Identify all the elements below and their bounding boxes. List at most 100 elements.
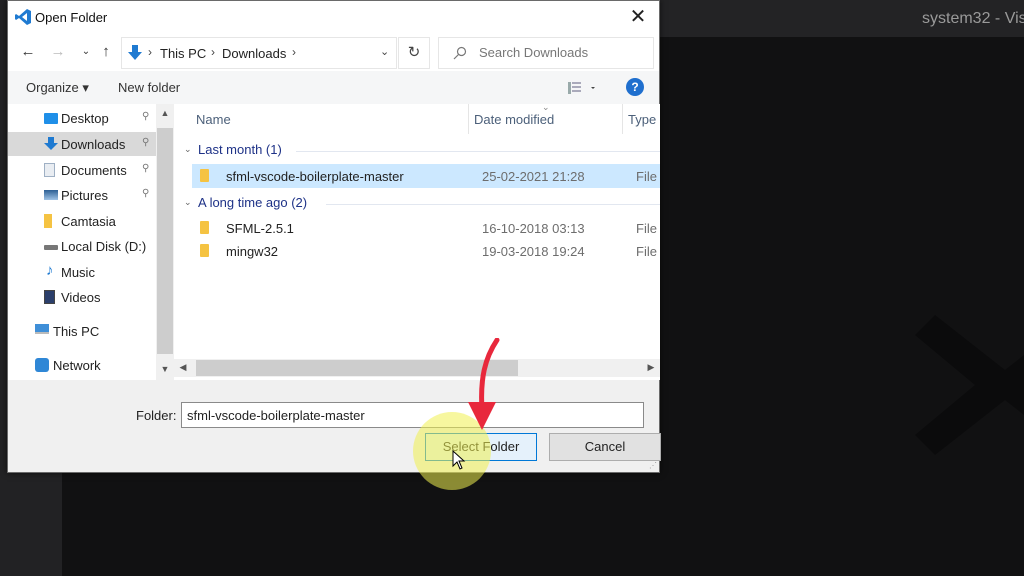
folder-icon [44, 214, 52, 228]
dialog-titlebar: Open Folder ✕ [8, 1, 659, 35]
desktop-icon [44, 113, 58, 124]
search-input[interactable] [479, 45, 649, 60]
nav-item-label: Videos [61, 290, 101, 305]
nav-item-local-disk-d[interactable]: Local Disk (D:) [8, 234, 156, 258]
dialog-title: Open Folder [35, 10, 108, 25]
scroll-left-icon[interactable]: ◀ [174, 362, 192, 373]
search-box [438, 37, 654, 69]
network-icon [35, 358, 49, 372]
organize-button[interactable]: Organize ▾ [26, 80, 89, 96]
nav-item-label: Pictures [61, 188, 108, 203]
downloads-icon [128, 45, 142, 60]
file-list: Name ⌄ Date modified Type ⌄ Last month (… [174, 104, 660, 380]
group-divider [296, 151, 660, 152]
group-header-last-month[interactable]: ⌄ Last month (1) [184, 142, 660, 162]
nav-item-this-pc[interactable]: This PC [8, 319, 156, 343]
refresh-button[interactable]: ↻ [398, 37, 430, 69]
horizontal-scrollbar-thumb[interactable] [196, 360, 518, 376]
nav-item-label: Music [61, 265, 95, 280]
file-name: SFML-2.5.1 [226, 221, 294, 236]
folder-input[interactable] [181, 402, 644, 428]
file-date: 19-03-2018 19:24 [482, 244, 585, 259]
this-pc-icon [35, 324, 49, 334]
file-row[interactable]: sfml-vscode-boilerplate-master 25-02-202… [192, 164, 660, 188]
folder-icon [200, 244, 209, 257]
close-button[interactable]: ✕ [625, 6, 651, 30]
change-view-button[interactable] [566, 80, 600, 96]
column-divider[interactable] [468, 104, 469, 134]
search-icon [453, 46, 467, 60]
chevron-down-icon: ⌄ [184, 144, 192, 154]
file-name: sfml-vscode-boilerplate-master [226, 169, 404, 184]
open-folder-dialog: Open Folder ✕ ← → ⌄ ↑ › This PC › Downlo… [7, 0, 661, 473]
column-header-name[interactable]: Name [196, 112, 231, 127]
nav-pane-scrollbar[interactable]: ▲ ▼ [156, 104, 174, 380]
scroll-up-icon[interactable]: ▲ [156, 108, 174, 118]
cancel-button[interactable]: Cancel [549, 433, 661, 461]
vscode-watermark-icon [915, 315, 1024, 455]
nav-item-downloads[interactable]: Downloads ⚲ [8, 132, 156, 156]
scroll-down-icon[interactable]: ▼ [156, 364, 174, 374]
downloads-icon [44, 137, 58, 150]
file-type: File fo [636, 221, 660, 236]
nav-item-label: Local Disk (D:) [61, 239, 147, 254]
nav-item-pictures[interactable]: Pictures ⚲ [8, 183, 156, 207]
back-button[interactable]: ← [18, 41, 38, 63]
address-dropdown-button[interactable]: ⌄ [380, 45, 389, 58]
file-date: 16-10-2018 03:13 [482, 221, 585, 236]
forward-button[interactable]: → [48, 41, 68, 63]
breadcrumb-downloads[interactable]: Downloads [222, 46, 286, 61]
resize-grip-icon[interactable]: ⋰ [649, 461, 657, 470]
group-header-long-time-ago[interactable]: ⌄ A long time ago (2) [184, 195, 660, 215]
nav-item-label: Network [53, 358, 101, 373]
nav-item-documents[interactable]: Documents ⚲ [8, 158, 156, 182]
folder-label: Folder: [136, 408, 177, 423]
file-list-horizontal-scrollbar[interactable]: ◀ ▶ [174, 359, 660, 377]
file-type: File fo [636, 244, 660, 259]
pin-icon: ⚲ [142, 163, 150, 174]
nav-item-camtasia[interactable]: Camtasia [8, 209, 156, 233]
nav-item-label: Camtasia [61, 214, 116, 229]
new-folder-button[interactable]: New folder [118, 80, 180, 95]
vscode-icon [15, 9, 31, 25]
group-divider [326, 204, 660, 205]
drive-icon [44, 245, 58, 250]
file-type: File fo [636, 169, 660, 184]
file-date: 25-02-2021 21:28 [482, 169, 585, 184]
address-bar[interactable]: › This PC › Downloads › ⌄ [121, 37, 397, 69]
breadcrumb-separator[interactable]: › [292, 45, 296, 59]
music-icon: ♪ [46, 262, 54, 279]
scroll-right-icon[interactable]: ▶ [642, 362, 660, 373]
breadcrumb-separator: › [148, 45, 152, 59]
column-header-type[interactable]: Type [628, 112, 656, 127]
documents-icon [44, 163, 55, 177]
column-divider[interactable] [622, 104, 623, 134]
up-button[interactable]: ↑ [96, 41, 116, 63]
pin-icon: ⚲ [142, 137, 150, 148]
nav-item-videos[interactable]: Videos [8, 285, 156, 309]
nav-pane-scrollbar-thumb[interactable] [157, 128, 173, 354]
nav-item-network[interactable]: Network [8, 353, 156, 377]
nav-item-label: This PC [53, 324, 100, 339]
vscode-window-title: system32 - Visu [922, 10, 1024, 27]
command-toolbar: Organize ▾ New folder ? [8, 71, 659, 104]
pictures-icon [44, 190, 58, 200]
nav-item-desktop[interactable]: Desktop ⚲ [8, 106, 156, 130]
close-icon: ✕ [629, 6, 647, 28]
nav-item-label: Desktop [61, 111, 109, 126]
navigation-pane: Desktop ⚲ Downloads ⚲ Documents ⚲ Pictur… [8, 104, 174, 380]
breadcrumb-this-pc[interactable]: This PC [160, 46, 206, 61]
details-view-icon [568, 82, 581, 94]
recent-locations-button[interactable]: ⌄ [76, 41, 96, 63]
column-header-date-modified[interactable]: Date modified [474, 112, 554, 127]
group-label: Last month (1) [198, 142, 282, 157]
navigation-bar: ← → ⌄ ↑ › This PC › Downloads › ⌄ ↻ [8, 35, 659, 71]
file-name: mingw32 [226, 244, 279, 259]
help-button[interactable]: ? [626, 78, 644, 96]
pin-icon: ⚲ [142, 188, 150, 199]
chevron-down-icon: ⌄ [184, 197, 192, 207]
file-row[interactable]: mingw32 19-03-2018 19:24 File fo [192, 239, 660, 263]
nav-item-music[interactable]: ♪ Music [8, 260, 156, 284]
file-row[interactable]: SFML-2.5.1 16-10-2018 03:13 File fo [192, 216, 660, 240]
select-folder-button[interactable]: Select Folder [425, 433, 537, 461]
